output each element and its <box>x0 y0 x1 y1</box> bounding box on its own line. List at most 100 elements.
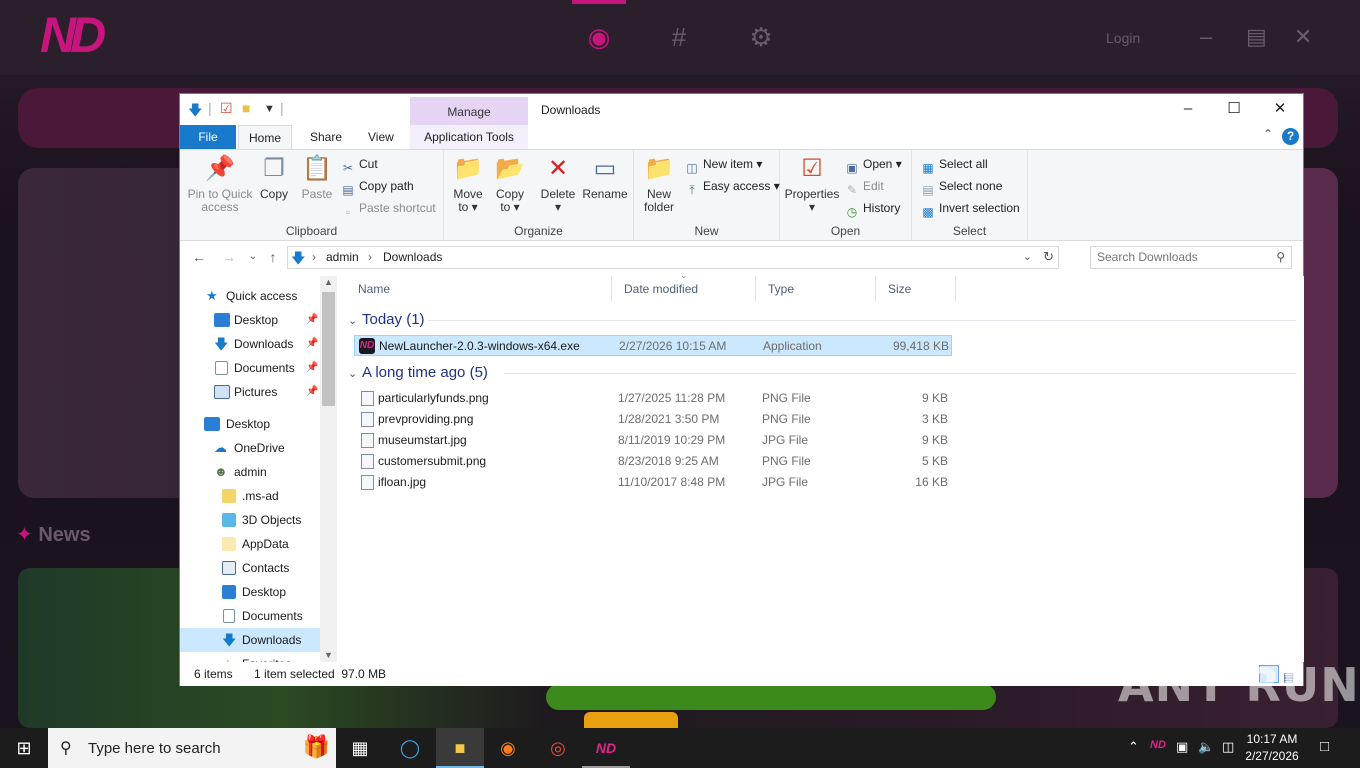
launcher-close-icon[interactable]: ✕ <box>1294 24 1312 50</box>
nav-item-quick-access[interactable]: ★ Quick access <box>180 284 320 308</box>
chrome-button[interactable]: ◎ <box>534 728 582 768</box>
column-size[interactable]: Size <box>876 276 956 302</box>
manage-contextual-tab[interactable]: Manage <box>410 97 528 125</box>
scrollbar-thumb[interactable] <box>322 292 335 406</box>
volume-icon[interactable]: 🔈 <box>1198 739 1214 755</box>
tab-home[interactable]: Home <box>238 125 293 150</box>
nav-item-3d-objects[interactable]: 3D Objects <box>180 508 320 532</box>
table-row[interactable]: customersubmit.png 8/23/2018 9:25 AM PNG… <box>354 451 952 472</box>
select-none-button[interactable]: ▤ Select none <box>920 176 1002 197</box>
table-row[interactable]: ifloan.jpg 11/10/2017 8:48 PM JPG File 1… <box>354 472 952 493</box>
nav-item-desktop-sub[interactable]: Desktop <box>180 580 320 604</box>
pin-to-quick-access-button[interactable]: 📌 Pin to Quick access <box>186 154 254 214</box>
recent-locations-button[interactable]: ⌄ <box>242 246 264 268</box>
tray-chevron-up-icon[interactable]: ⌃ <box>1128 739 1139 755</box>
maximize-button[interactable]: ☐ <box>1211 94 1257 124</box>
table-row[interactable]: ND NewLauncher-2.0.3-windows-x64.exe 2/2… <box>354 335 952 356</box>
nav-item-admin[interactable]: ☻ admin <box>180 460 320 484</box>
select-all-button[interactable]: ▦ Select all <box>920 154 987 175</box>
copy-path-button[interactable]: ▤ Copy path <box>340 176 413 197</box>
nav-item-downloads-pinned[interactable]: 🡇 Downloads 📌 <box>180 332 320 356</box>
minimize-button[interactable]: – <box>1165 94 1211 124</box>
launcher-minimize-icon[interactable]: – <box>1200 24 1212 50</box>
copy-button[interactable]: ❐ Copy <box>256 154 292 201</box>
scroll-up-icon[interactable]: ▲ <box>324 277 333 287</box>
edit-button[interactable]: ✎ Edit <box>844 176 884 197</box>
up-button[interactable]: ↑ <box>262 246 284 268</box>
nav-item-desktop[interactable]: Desktop <box>180 412 320 436</box>
paste-button[interactable]: 📋 Paste <box>298 154 336 201</box>
open-button[interactable]: ▣ Open ▾ <box>844 154 901 175</box>
nav-item-onedrive[interactable]: ☁ OneDrive <box>180 436 320 460</box>
invert-selection-button[interactable]: ▩ Invert selection <box>920 198 1019 219</box>
hash-icon[interactable]: # <box>662 22 696 52</box>
history-button[interactable]: ◷ History <box>844 198 901 219</box>
column-type[interactable]: Type <box>756 276 876 302</box>
table-row[interactable]: museumstart.jpg 8/11/2019 10:29 PM JPG F… <box>354 430 952 451</box>
nav-item-pictures-pinned[interactable]: Pictures 📌 <box>180 380 320 404</box>
properties-qat-icon[interactable]: ☑ <box>220 100 233 117</box>
close-button[interactable]: ✕ <box>1257 94 1303 124</box>
gear-icon[interactable]: ⚙ <box>744 22 778 52</box>
tab-view[interactable]: View <box>358 125 404 149</box>
launcher-login-button[interactable]: Login <box>1106 30 1140 46</box>
address-dropdown-icon[interactable]: ⌄ <box>1023 250 1032 263</box>
nav-item-contacts[interactable]: Contacts <box>180 556 320 580</box>
nav-item-appdata[interactable]: AppData <box>180 532 320 556</box>
search-box[interactable]: ⚲ <box>1090 246 1292 269</box>
nav-item-documents-pinned[interactable]: Documents 📌 <box>180 356 320 380</box>
taskbar-search[interactable]: ⚲ Type here to search 🎁 <box>48 728 336 768</box>
nav-item-downloads-selected[interactable]: 🡇 Downloads <box>180 628 320 652</box>
start-button[interactable]: ⊞ <box>0 728 48 768</box>
forward-button[interactable]: → <box>218 246 240 268</box>
launcher-tray-icon[interactable]: ND <box>1150 739 1166 751</box>
move-to-button[interactable]: 📁 Move to ▾ <box>450 154 486 214</box>
launcher-taskbar-button[interactable]: ND <box>582 728 630 768</box>
column-name[interactable]: Name <box>346 276 612 302</box>
copy-to-button[interactable]: 📂 Copy to ▾ <box>492 154 528 214</box>
new-folder-qat-icon[interactable]: ■ <box>242 100 250 116</box>
pin-icon[interactable]: 📌 <box>306 356 318 380</box>
file-explorer-button[interactable]: ■ <box>436 728 484 768</box>
rename-button[interactable]: ▭ Rename <box>582 154 628 201</box>
breadcrumb-downloads[interactable]: Downloads <box>383 250 442 264</box>
pin-icon[interactable]: 📌 <box>306 380 318 404</box>
nav-item-favorites[interactable]: ★ Favorites <box>180 652 320 662</box>
network-icon[interactable]: ▣ <box>1176 739 1188 755</box>
refresh-icon[interactable]: ↻ <box>1043 249 1054 265</box>
table-row[interactable]: prevproviding.png 1/28/2021 3:50 PM PNG … <box>354 409 952 430</box>
scroll-down-icon[interactable]: ▼ <box>324 650 333 660</box>
table-row[interactable]: particularlyfunds.png 1/27/2025 11:28 PM… <box>354 388 952 409</box>
pin-icon[interactable]: 📌 <box>306 332 318 356</box>
new-item-button[interactable]: ◫ New item ▾ <box>684 154 762 175</box>
firefox-button[interactable]: ◉ <box>484 728 532 768</box>
input-method-icon[interactable]: ◫ <box>1222 739 1234 755</box>
delete-button[interactable]: ✕ Delete ▾ <box>538 154 578 214</box>
gamepad-icon[interactable]: ◉ <box>582 22 616 52</box>
qat-dropdown-icon[interactable]: ▼ <box>264 103 275 115</box>
search-input[interactable] <box>1097 250 1267 264</box>
tab-share[interactable]: Share <box>300 125 352 149</box>
nav-item-ms-ad[interactable]: .ms-ad <box>180 484 320 508</box>
notification-icon[interactable]: □ <box>1320 738 1329 755</box>
launcher-maximize-icon[interactable]: ▤ <box>1246 24 1267 50</box>
collapse-ribbon-icon[interactable]: ⌃ <box>1263 127 1273 141</box>
pin-icon[interactable]: 📌 <box>306 308 318 332</box>
launcher-green-button[interactable] <box>546 684 996 710</box>
group-header-long-ago[interactable]: ⌄ A long time ago (5) <box>346 362 488 384</box>
paste-shortcut-button[interactable]: ▫ Paste shortcut <box>340 198 436 219</box>
edge-button[interactable]: ◯ <box>386 728 434 768</box>
tab-file[interactable]: File <box>180 125 236 149</box>
properties-button[interactable]: ☑ Properties ▾ <box>784 154 840 214</box>
cut-button[interactable]: ✂ Cut <box>340 154 378 175</box>
address-bar[interactable]: 🡇 › admin › Downloads ⌄ ↻ <box>287 246 1059 269</box>
group-header-today[interactable]: ⌄ Today (1) <box>346 309 425 331</box>
nav-item-desktop-pinned[interactable]: Desktop 📌 <box>180 308 320 332</box>
breadcrumb-admin[interactable]: admin <box>326 250 359 264</box>
tab-application-tools[interactable]: Application Tools <box>410 125 528 149</box>
taskbar-clock[interactable]: 10:17 AM 2/27/2026 <box>1236 731 1308 765</box>
launcher-orange-button[interactable] <box>584 712 678 728</box>
back-button[interactable]: ← <box>188 246 210 268</box>
task-view-button[interactable]: ▦ <box>336 728 384 768</box>
nav-item-documents[interactable]: Documents <box>180 604 320 628</box>
